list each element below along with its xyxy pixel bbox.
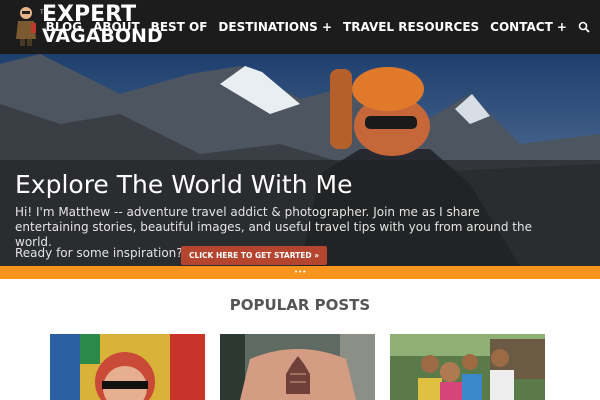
popular-post-thumbnail-1[interactable] bbox=[50, 334, 205, 400]
nav-item-travel-resources[interactable]: TRAVEL RESOURCES bbox=[343, 20, 479, 34]
main-nav: BLOG ABOUT BEST OF DESTINATIONS + TRAVEL… bbox=[35, 0, 590, 54]
search-icon[interactable] bbox=[578, 21, 590, 33]
site-header: The EXPERT VAGABOND BLOG ABOUT BEST OF D… bbox=[0, 0, 600, 54]
popular-post-thumbnail-3[interactable] bbox=[390, 334, 545, 400]
slider-bar: ••• bbox=[0, 266, 600, 279]
post-image-children bbox=[390, 334, 545, 400]
post-image-tattoo bbox=[220, 334, 375, 400]
nav-item-blog[interactable]: BLOG bbox=[46, 20, 82, 34]
slider-dots[interactable]: ••• bbox=[294, 269, 306, 276]
get-started-button[interactable]: CLICK HERE TO GET STARTED » bbox=[181, 246, 327, 265]
post-image-portrait bbox=[50, 334, 205, 400]
hero-description: Hi! I'm Matthew -- adventure travel addi… bbox=[15, 205, 532, 249]
hero-cta-prompt: Ready for some inspiration? bbox=[15, 246, 183, 260]
hero-banner: Explore The World With Me Hi! I'm Matthe… bbox=[0, 54, 600, 266]
popular-post-thumbnail-2[interactable] bbox=[220, 334, 375, 400]
nav-item-best-of[interactable]: BEST OF bbox=[151, 20, 208, 34]
nav-item-about[interactable]: ABOUT bbox=[93, 20, 140, 34]
nav-item-destinations[interactable]: DESTINATIONS + bbox=[218, 20, 332, 34]
nav-item-contact[interactable]: CONTACT + bbox=[490, 20, 567, 34]
popular-posts-title: POPULAR POSTS bbox=[229, 296, 371, 314]
hero-title: Explore The World With Me bbox=[15, 170, 353, 199]
